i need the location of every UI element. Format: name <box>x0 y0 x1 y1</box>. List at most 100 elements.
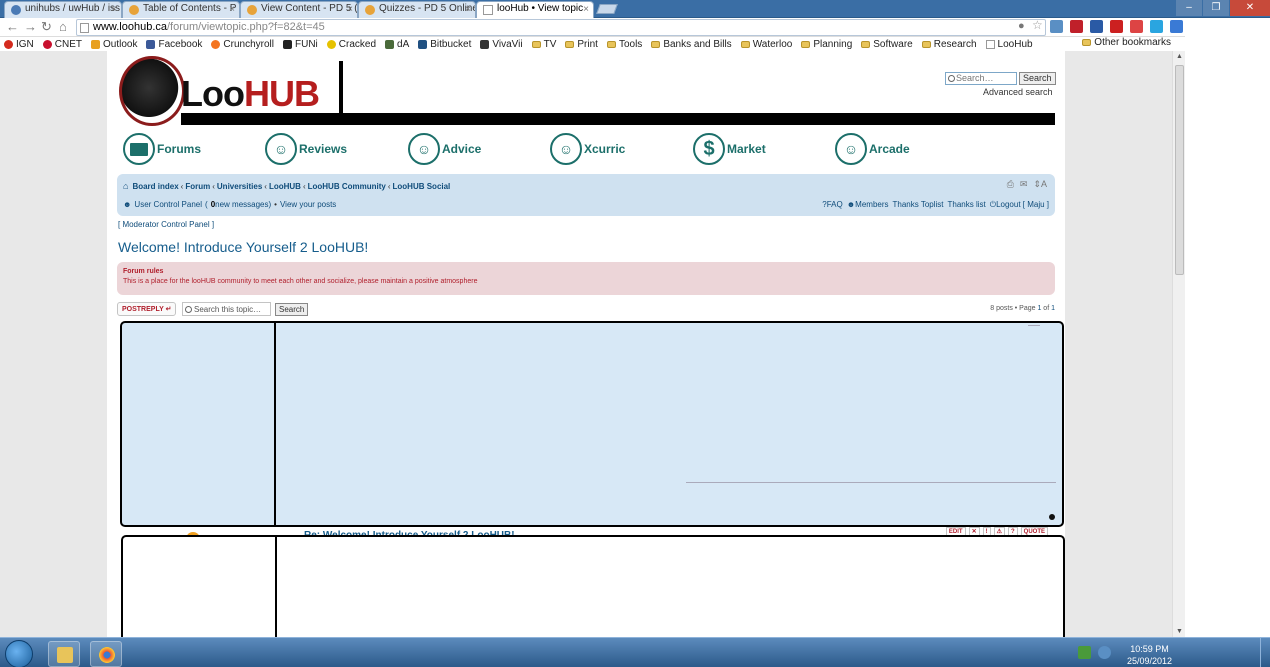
post-reply-button[interactable]: POSTREPLY ↵ <box>117 302 177 316</box>
topic-search-input[interactable]: Search this topic… <box>182 302 271 316</box>
site-logo[interactable]: LooHUB <box>181 73 320 115</box>
tab-loohub-view-topic[interactable]: looHub • View topic × <box>476 1 594 18</box>
nav-forums[interactable]: Forums <box>123 133 201 165</box>
breadcrumb-social[interactable]: LooHUB Social <box>393 182 451 191</box>
home-icon[interactable]: ⌂ <box>59 19 67 34</box>
nav-xcurric[interactable]: ☺ Xcurric <box>550 133 625 165</box>
forward-arrow-icon[interactable]: → <box>24 19 37 34</box>
explorer-taskbar-button[interactable] <box>48 641 80 667</box>
profile-edge <box>1028 325 1040 326</box>
topic-search-button[interactable]: Search <box>275 303 309 316</box>
bitbucket-icon <box>11 5 21 15</box>
thanks-list-link[interactable]: Thanks list <box>948 200 986 210</box>
bookmark-folder-research[interactable]: Research <box>921 37 977 51</box>
nav-arcade[interactable]: ☺ Arcade <box>835 133 910 165</box>
extension-icon[interactable] <box>1050 20 1063 33</box>
breadcrumb-community[interactable]: LooHUB Community <box>308 182 386 191</box>
extension-icon[interactable] <box>1110 20 1123 33</box>
breadcrumb-universities[interactable]: Universities <box>217 182 262 191</box>
bookmark-folder-planning[interactable]: Planning <box>801 37 852 51</box>
close-icon[interactable]: × <box>229 4 235 15</box>
reload-icon[interactable]: ↻ <box>41 19 52 35</box>
close-icon[interactable]: × <box>465 4 471 15</box>
scroll-up-icon[interactable]: ▲ <box>1176 53 1183 60</box>
site-search-input[interactable]: Search… <box>945 72 1017 85</box>
back-to-top-icon[interactable] <box>1049 514 1055 520</box>
email-icon[interactable]: ✉ <box>1020 179 1028 190</box>
bookmark-folder-print[interactable]: Print <box>565 37 598 51</box>
bookmark-ign[interactable]: IGN <box>4 37 34 51</box>
bookmark-da[interactable]: dA <box>385 37 409 51</box>
nav-market[interactable]: $ Market <box>693 133 766 165</box>
bookmark-folder-banks[interactable]: Banks and Bills <box>651 37 732 51</box>
minimize-button[interactable]: – <box>1176 0 1202 16</box>
bookmark-crunchyroll[interactable]: Crunchyroll <box>211 37 274 51</box>
new-tab-button[interactable] <box>596 4 618 14</box>
cnet-icon <box>42 39 52 49</box>
bookmark-bitbucket[interactable]: Bitbucket <box>418 37 471 51</box>
page-title[interactable]: Welcome! Introduce Yourself 2 LooHUB! <box>118 239 368 255</box>
maximize-button[interactable]: ❐ <box>1203 0 1229 16</box>
chrome-taskbar-button[interactable] <box>90 641 122 667</box>
bookmark-folder-software[interactable]: Software <box>861 37 913 51</box>
view-your-posts-link[interactable]: View your posts <box>280 200 336 209</box>
d2l-icon <box>129 5 139 15</box>
address-bar[interactable]: www.loohub.ca/forum/viewtopic.php?f=82&t… <box>76 19 1046 36</box>
clock[interactable]: 10:59 PM 25/09/2012 <box>1127 643 1172 667</box>
extension-icon[interactable] <box>1170 20 1183 33</box>
close-icon[interactable]: × <box>583 4 589 15</box>
bookmark-cnet[interactable]: CNET <box>42 37 82 51</box>
tab-unihubs[interactable]: unihubs / uwHub / iss × <box>4 1 122 18</box>
nav-reviews[interactable]: ☺ Reviews <box>265 133 347 165</box>
tab-table-of-contents[interactable]: Table of Contents - P × <box>122 1 240 18</box>
faq-link[interactable]: ?FAQ <box>822 200 842 210</box>
bookmark-folder-tv[interactable]: TV <box>531 37 556 51</box>
extension-icon[interactable] <box>1090 20 1103 33</box>
members-link[interactable]: ☻Members <box>847 200 889 210</box>
bitbucket-icon <box>418 39 428 49</box>
moderator-control-panel-link[interactable]: [ Moderator Control Panel ] <box>118 220 214 229</box>
close-icon[interactable]: × <box>111 4 117 15</box>
start-button[interactable] <box>5 640 33 667</box>
breadcrumb-loohub[interactable]: LooHUB <box>269 182 301 191</box>
font-size-icon[interactable]: ⇕A <box>1033 179 1047 190</box>
site-search-button[interactable]: Search <box>1019 72 1056 85</box>
tray-app-icon[interactable] <box>1078 646 1091 659</box>
lightbulb-icon[interactable]: ● <box>1018 20 1025 32</box>
system-tray: 10:59 PM 25/09/2012 <box>1070 638 1270 667</box>
breadcrumb-board-index[interactable]: Board index <box>132 182 178 191</box>
thanks-toplist-link[interactable]: Thanks Toplist <box>893 200 944 210</box>
scroll-down-icon[interactable]: ▼ <box>1176 628 1183 635</box>
bookmark-facebook[interactable]: Facebook <box>146 37 202 51</box>
bookmark-folder-waterloo[interactable]: Waterloo <box>740 37 792 51</box>
close-window-button[interactable]: ✕ <box>1230 0 1270 16</box>
tab-quizzes[interactable]: Quizzes - PD 5 Online × <box>358 1 476 18</box>
bookmark-vivavii[interactable]: VivaVii <box>480 37 523 51</box>
print-icon[interactable]: ⎙ <box>1007 179 1014 190</box>
bookmark-folder-tools[interactable]: Tools <box>606 37 642 51</box>
gamer-face-icon: ☺ <box>835 133 867 165</box>
lion-logo-icon[interactable] <box>119 56 185 126</box>
gmail-icon[interactable] <box>1130 20 1143 33</box>
page-scrollbar[interactable]: ▲ ▼ <box>1172 51 1185 637</box>
network-icon[interactable] <box>1098 646 1111 659</box>
tab-view-content[interactable]: View Content - PD 5 (× <box>240 1 358 18</box>
show-desktop-button[interactable] <box>1260 638 1270 667</box>
bookmark-star-icon[interactable]: ☆ <box>1032 18 1043 32</box>
back-arrow-icon[interactable]: ← <box>6 19 19 34</box>
total-pages[interactable]: 1 <box>1051 305 1055 312</box>
close-icon[interactable]: × <box>347 4 353 15</box>
advanced-search-link[interactable]: Advanced search <box>983 87 1053 97</box>
ucp-link[interactable]: User Control Panel <box>134 200 202 209</box>
other-bookmarks[interactable]: Other bookmarks <box>1082 37 1171 48</box>
nav-advice[interactable]: ☺ Advice <box>408 133 481 165</box>
bookmark-loohub[interactable]: LooHub <box>985 37 1033 51</box>
breadcrumb-forum[interactable]: Forum <box>185 182 210 191</box>
extension-icon[interactable] <box>1070 20 1083 33</box>
skype-icon[interactable] <box>1150 20 1163 33</box>
scroll-thumb[interactable] <box>1175 65 1184 275</box>
bookmark-outlook[interactable]: Outlook <box>91 37 137 51</box>
logout-link[interactable]: ⏻Logout [ Maju ] <box>990 200 1049 210</box>
bookmark-funi[interactable]: FUNi <box>282 37 318 51</box>
bookmark-cracked[interactable]: Cracked <box>326 37 376 51</box>
